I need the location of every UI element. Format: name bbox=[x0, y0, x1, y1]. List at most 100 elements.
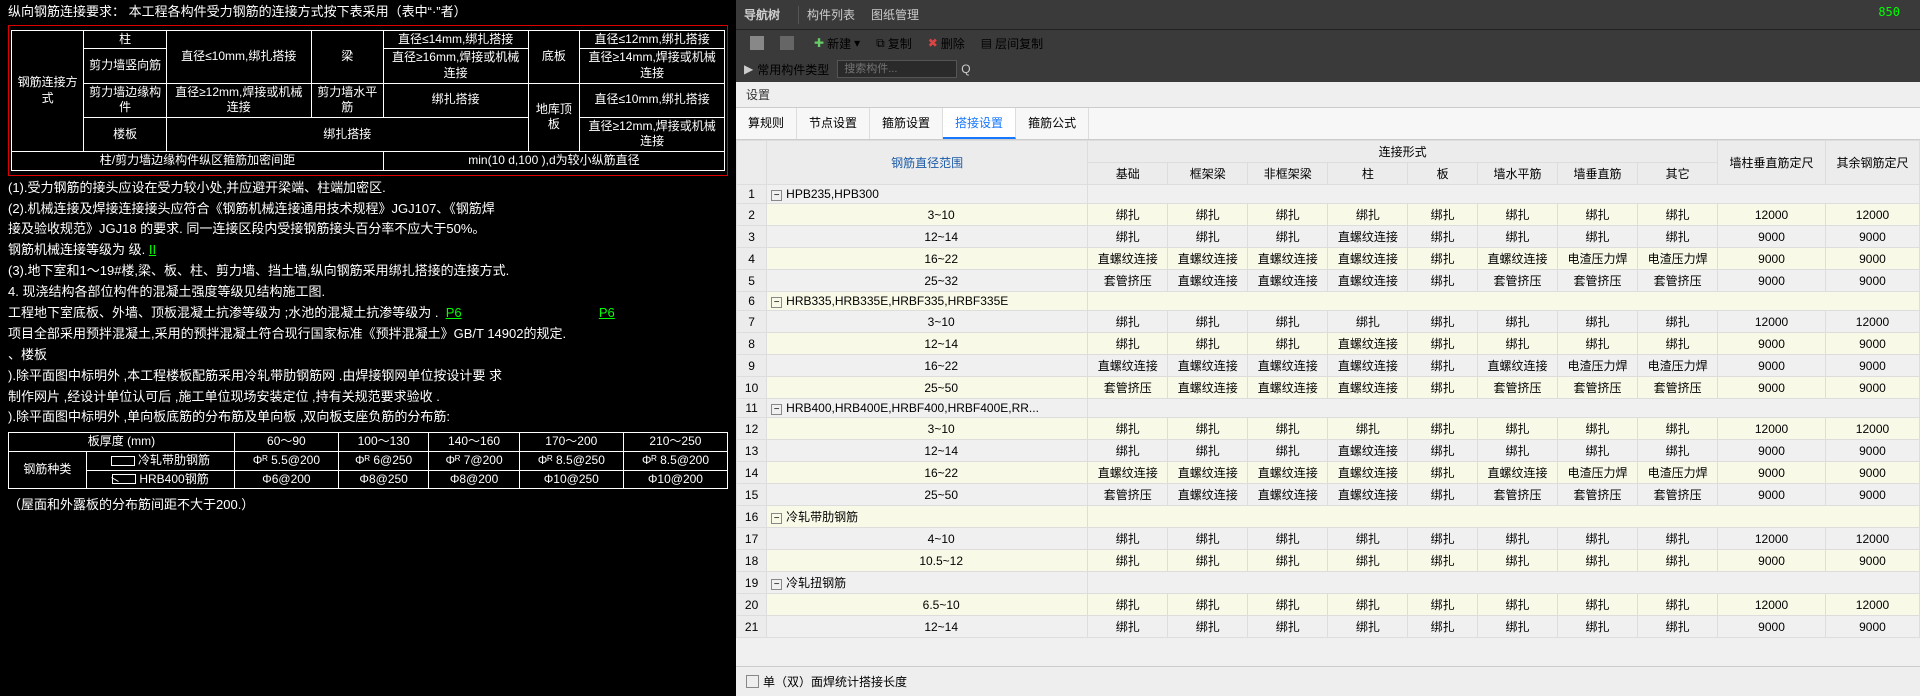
lenb-cell[interactable]: 9000 bbox=[1825, 550, 1919, 572]
connect-cell[interactable]: 绑扎 bbox=[1328, 616, 1408, 638]
lenb-cell[interactable]: 9000 bbox=[1825, 484, 1919, 506]
connect-cell[interactable]: 直螺纹连接 bbox=[1168, 377, 1248, 399]
connect-cell[interactable]: 绑扎 bbox=[1638, 204, 1718, 226]
lena-cell[interactable]: 12000 bbox=[1718, 311, 1826, 333]
tree-toggle-icon[interactable]: − bbox=[771, 297, 782, 308]
tab-component-list[interactable]: 构件列表 bbox=[807, 6, 855, 23]
connect-cell[interactable]: 绑扎 bbox=[1408, 616, 1478, 638]
connect-cell[interactable]: 绑扎 bbox=[1408, 377, 1478, 399]
lena-cell[interactable]: 12000 bbox=[1718, 528, 1826, 550]
list-icon[interactable] bbox=[774, 34, 800, 52]
connect-cell[interactable]: 直螺纹连接 bbox=[1088, 355, 1168, 377]
group-name[interactable]: −冷轧扭钢筋 bbox=[767, 572, 1088, 594]
connect-cell[interactable]: 绑扎 bbox=[1168, 528, 1248, 550]
lena-cell[interactable]: 9000 bbox=[1718, 377, 1826, 399]
connect-cell[interactable]: 绑扎 bbox=[1558, 226, 1638, 248]
connect-cell[interactable]: 绑扎 bbox=[1248, 594, 1328, 616]
tab-drawing-manager[interactable]: 图纸管理 bbox=[871, 6, 919, 23]
lenb-cell[interactable]: 9000 bbox=[1825, 377, 1919, 399]
lena-cell[interactable]: 12000 bbox=[1718, 594, 1826, 616]
range-cell[interactable]: 25~50 bbox=[767, 377, 1088, 399]
connect-cell[interactable]: 绑扎 bbox=[1408, 462, 1478, 484]
connect-cell[interactable]: 绑扎 bbox=[1408, 418, 1478, 440]
connect-cell[interactable]: 绑扎 bbox=[1088, 594, 1168, 616]
range-cell[interactable]: 3~10 bbox=[767, 311, 1088, 333]
connect-cell[interactable]: 绑扎 bbox=[1168, 440, 1248, 462]
connect-cell[interactable]: 套管挤压 bbox=[1558, 377, 1638, 399]
connect-cell[interactable]: 绑扎 bbox=[1408, 484, 1478, 506]
layer-copy-button[interactable]: ▤层间复制 bbox=[975, 33, 1049, 54]
connect-cell[interactable]: 绑扎 bbox=[1558, 440, 1638, 462]
range-cell[interactable]: 12~14 bbox=[767, 616, 1088, 638]
connect-cell[interactable]: 绑扎 bbox=[1408, 333, 1478, 355]
group-name[interactable]: −HRB400,HRB400E,HRBF400,HRBF400E,RR... bbox=[767, 399, 1088, 418]
connect-cell[interactable]: 绑扎 bbox=[1168, 311, 1248, 333]
tab-node-set[interactable]: 节点设置 bbox=[797, 108, 870, 139]
lenb-cell[interactable]: 9000 bbox=[1825, 616, 1919, 638]
expand-tree-icon[interactable]: ▶ bbox=[744, 62, 753, 76]
connect-cell[interactable]: 直螺纹连接 bbox=[1168, 248, 1248, 270]
lena-cell[interactable]: 9000 bbox=[1718, 484, 1826, 506]
connect-cell[interactable]: 绑扎 bbox=[1477, 204, 1557, 226]
tab-calc-rule[interactable]: 算规则 bbox=[736, 108, 797, 139]
copy-button[interactable]: ⧉复制 bbox=[870, 33, 918, 54]
connect-cell[interactable]: 绑扎 bbox=[1328, 550, 1408, 572]
connect-cell[interactable]: 绑扎 bbox=[1248, 550, 1328, 572]
connect-cell[interactable]: 直螺纹连接 bbox=[1328, 377, 1408, 399]
connect-cell[interactable]: 绑扎 bbox=[1248, 204, 1328, 226]
range-cell[interactable]: 3~10 bbox=[767, 204, 1088, 226]
connect-cell[interactable]: 套管挤压 bbox=[1558, 270, 1638, 292]
range-cell[interactable]: 16~22 bbox=[767, 248, 1088, 270]
group-name[interactable]: −HRB335,HRB335E,HRBF335,HRBF335E bbox=[767, 292, 1088, 311]
lenb-cell[interactable]: 12000 bbox=[1825, 528, 1919, 550]
connect-cell[interactable]: 绑扎 bbox=[1558, 528, 1638, 550]
lena-cell[interactable]: 9000 bbox=[1718, 226, 1826, 248]
connect-cell[interactable]: 绑扎 bbox=[1248, 226, 1328, 248]
tree-toggle-icon[interactable]: − bbox=[771, 404, 782, 415]
search-filter-icon[interactable]: Q bbox=[961, 62, 970, 76]
lena-cell[interactable]: 9000 bbox=[1718, 248, 1826, 270]
lena-cell[interactable]: 9000 bbox=[1718, 355, 1826, 377]
connect-cell[interactable]: 直螺纹连接 bbox=[1477, 462, 1557, 484]
connect-cell[interactable]: 绑扎 bbox=[1638, 311, 1718, 333]
lenb-cell[interactable]: 9000 bbox=[1825, 333, 1919, 355]
connect-cell[interactable]: 套管挤压 bbox=[1477, 270, 1557, 292]
connect-cell[interactable]: 绑扎 bbox=[1638, 333, 1718, 355]
connect-cell[interactable]: 套管挤压 bbox=[1477, 484, 1557, 506]
connect-cell[interactable]: 绑扎 bbox=[1558, 616, 1638, 638]
connect-cell[interactable]: 绑扎 bbox=[1328, 594, 1408, 616]
weld-stat-checkbox[interactable] bbox=[746, 675, 759, 688]
connect-cell[interactable]: 直螺纹连接 bbox=[1168, 462, 1248, 484]
connect-cell[interactable]: 绑扎 bbox=[1638, 418, 1718, 440]
connect-cell[interactable]: 直螺纹连接 bbox=[1328, 462, 1408, 484]
connect-cell[interactable]: 直螺纹连接 bbox=[1328, 248, 1408, 270]
lenb-cell[interactable]: 12000 bbox=[1825, 418, 1919, 440]
connect-cell[interactable]: 绑扎 bbox=[1328, 204, 1408, 226]
connect-cell[interactable]: 套管挤压 bbox=[1088, 484, 1168, 506]
connect-cell[interactable]: 套管挤压 bbox=[1638, 377, 1718, 399]
connect-cell[interactable]: 绑扎 bbox=[1408, 226, 1478, 248]
connect-cell[interactable]: 直螺纹连接 bbox=[1248, 484, 1328, 506]
lenb-cell[interactable]: 9000 bbox=[1825, 248, 1919, 270]
connect-cell[interactable]: 电渣压力焊 bbox=[1558, 462, 1638, 484]
connect-cell[interactable]: 绑扎 bbox=[1408, 550, 1478, 572]
new-button[interactable]: ✚新建 ▾ bbox=[808, 33, 866, 54]
connect-cell[interactable]: 绑扎 bbox=[1328, 528, 1408, 550]
connect-cell[interactable]: 绑扎 bbox=[1168, 418, 1248, 440]
connect-cell[interactable]: 绑扎 bbox=[1088, 440, 1168, 462]
connect-cell[interactable]: 绑扎 bbox=[1168, 204, 1248, 226]
lena-cell[interactable]: 9000 bbox=[1718, 270, 1826, 292]
connect-cell[interactable]: 绑扎 bbox=[1408, 440, 1478, 462]
connect-cell[interactable]: 绑扎 bbox=[1408, 204, 1478, 226]
range-cell[interactable]: 25~50 bbox=[767, 484, 1088, 506]
common-types-label[interactable]: 常用构件类型 bbox=[757, 61, 829, 78]
connect-cell[interactable]: 绑扎 bbox=[1638, 226, 1718, 248]
connect-cell[interactable]: 绑扎 bbox=[1477, 440, 1557, 462]
tab-stirrup-formula[interactable]: 箍筋公式 bbox=[1016, 108, 1089, 139]
connect-cell[interactable]: 直螺纹连接 bbox=[1088, 248, 1168, 270]
tree-toggle-icon[interactable]: − bbox=[771, 513, 782, 524]
range-cell[interactable]: 12~14 bbox=[767, 226, 1088, 248]
connect-cell[interactable]: 绑扎 bbox=[1088, 616, 1168, 638]
range-cell[interactable]: 6.5~10 bbox=[767, 594, 1088, 616]
connect-cell[interactable]: 直螺纹连接 bbox=[1328, 333, 1408, 355]
